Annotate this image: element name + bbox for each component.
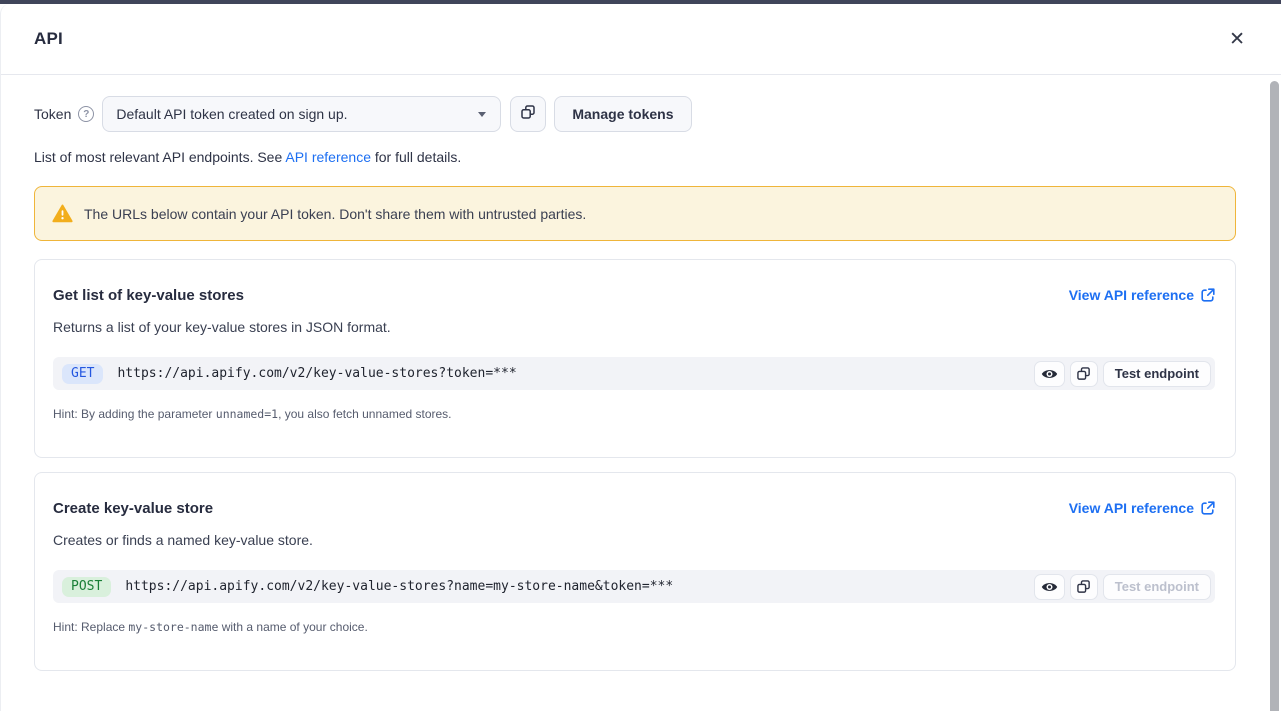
- copy-url-button[interactable]: [1070, 361, 1098, 387]
- api-modal: API ✕ Token ? Default API token created …: [0, 4, 1281, 711]
- hint-suffix: , you also fetch unnamed stores.: [278, 407, 451, 421]
- chevron-down-icon: [478, 112, 486, 117]
- hint-suffix: with a name of your choice.: [218, 620, 367, 634]
- manage-tokens-button[interactable]: Manage tokens: [554, 96, 691, 132]
- card-title: Create key-value store: [53, 500, 213, 517]
- copy-icon: [1077, 367, 1091, 381]
- card-description: Returns a list of your key-value stores …: [53, 319, 1215, 335]
- copy-icon: [521, 105, 536, 123]
- card-head: Create key-value store View API referenc…: [53, 500, 1215, 517]
- test-endpoint-button[interactable]: Test endpoint: [1103, 361, 1211, 387]
- endpoint-hint: Hint: Replace my-store-name with a name …: [53, 620, 1215, 634]
- endpoint-url-row: POST https://api.apify.com/v2/key-value-…: [53, 570, 1215, 603]
- endpoint-card-create-store: Create key-value store View API referenc…: [34, 472, 1236, 671]
- modal-header: API ✕: [1, 4, 1281, 75]
- modal-body: Token ? Default API token created on sig…: [1, 75, 1281, 671]
- test-endpoint-button[interactable]: Test endpoint: [1103, 574, 1211, 600]
- copy-token-button[interactable]: [510, 96, 546, 132]
- scrollbar-track: [1268, 77, 1281, 711]
- endpoint-url-row: GET https://api.apify.com/v2/key-value-s…: [53, 357, 1215, 390]
- reveal-token-button[interactable]: [1034, 574, 1065, 600]
- copy-icon: [1077, 580, 1091, 594]
- token-row: Token ? Default API token created on sig…: [34, 96, 1236, 132]
- help-icon[interactable]: ?: [78, 106, 94, 122]
- card-description: Creates or finds a named key-value store…: [53, 532, 1215, 548]
- scrollbar-thumb[interactable]: [1270, 81, 1279, 711]
- hint-prefix: Hint: Replace: [53, 620, 128, 634]
- token-select-value: Default API token created on sign up.: [116, 106, 347, 122]
- http-method-badge: GET: [62, 364, 103, 384]
- warning-icon: [52, 204, 73, 223]
- external-link-icon: [1201, 288, 1215, 302]
- warning-banner: The URLs below contain your API token. D…: [34, 186, 1236, 241]
- eye-icon: [1041, 581, 1058, 593]
- intro-text: List of most relevant API endpoints. See…: [34, 149, 1236, 165]
- endpoint-actions: Test endpoint: [1034, 574, 1211, 600]
- view-api-reference-label: View API reference: [1069, 500, 1194, 516]
- endpoint-actions: Test endpoint: [1034, 361, 1211, 387]
- hint-code: my-store-name: [128, 620, 218, 634]
- close-icon[interactable]: ✕: [1227, 28, 1247, 51]
- external-link-icon: [1201, 501, 1215, 515]
- reveal-token-button[interactable]: [1034, 361, 1065, 387]
- hint-code: unnamed=1: [216, 407, 278, 421]
- http-method-badge: POST: [62, 577, 111, 597]
- page-title: API: [34, 29, 63, 49]
- card-head: Get list of key-value stores View API re…: [53, 287, 1215, 304]
- intro-before-link: List of most relevant API endpoints. See: [34, 149, 285, 165]
- endpoint-card-get-list: Get list of key-value stores View API re…: [34, 259, 1236, 458]
- copy-url-button[interactable]: [1070, 574, 1098, 600]
- endpoint-hint: Hint: By adding the parameter unnamed=1,…: [53, 407, 1215, 421]
- view-api-reference-label: View API reference: [1069, 287, 1194, 303]
- endpoint-url: https://api.apify.com/v2/key-value-store…: [125, 579, 1033, 594]
- view-api-reference-link[interactable]: View API reference: [1069, 500, 1215, 516]
- api-reference-link[interactable]: API reference: [285, 149, 371, 165]
- view-api-reference-link[interactable]: View API reference: [1069, 287, 1215, 303]
- endpoint-url: https://api.apify.com/v2/key-value-store…: [117, 366, 1033, 381]
- warning-text: The URLs below contain your API token. D…: [84, 206, 586, 222]
- token-select[interactable]: Default API token created on sign up.: [102, 96, 501, 132]
- intro-after-link: for full details.: [371, 149, 461, 165]
- eye-icon: [1041, 368, 1058, 380]
- token-label: Token: [34, 106, 71, 122]
- hint-prefix: Hint: By adding the parameter: [53, 407, 216, 421]
- card-title: Get list of key-value stores: [53, 287, 244, 304]
